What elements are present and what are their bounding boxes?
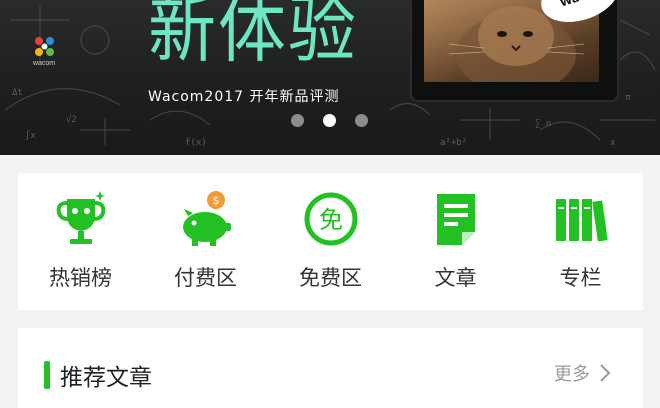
recommended-articles-section: 推荐文章 更多 bbox=[18, 328, 643, 408]
carousel-dot-active[interactable] bbox=[323, 114, 336, 127]
svg-text:x: x bbox=[610, 138, 616, 148]
section-accent-bar bbox=[44, 361, 50, 389]
piggy-bank-icon: $ bbox=[183, 191, 231, 246]
category-label: 热销榜 bbox=[49, 266, 112, 290]
category-free[interactable]: 免 免费区 bbox=[268, 173, 393, 310]
category-article[interactable]: 文章 bbox=[393, 173, 518, 310]
wacom-logo bbox=[35, 37, 54, 56]
category-label: 专栏 bbox=[559, 266, 602, 290]
svg-text:a²+b²: a²+b² bbox=[440, 138, 467, 148]
free-badge-icon: 免 bbox=[304, 192, 358, 246]
svg-text:$: $ bbox=[213, 194, 220, 207]
category-label: 免费区 bbox=[299, 266, 362, 290]
trophy-icon bbox=[56, 191, 106, 244]
banner-subtitle: Wacom2017 开年新品评测 bbox=[148, 89, 340, 105]
svg-text:π: π bbox=[625, 93, 631, 103]
more-link[interactable]: 更多 bbox=[554, 360, 590, 386]
svg-text:∫x: ∫x bbox=[25, 130, 36, 141]
banner-headline: 新体验 bbox=[148, 0, 358, 73]
bookshelf-icon bbox=[556, 199, 608, 242]
category-paid[interactable]: $ 付费区 bbox=[143, 173, 268, 310]
promo-banner[interactable]: Δt √2 ∫x f(x) ∑ n π a²+b² x wacom 新体验 Wa… bbox=[0, 0, 660, 155]
category-label: 文章 bbox=[434, 266, 477, 290]
article-icon bbox=[437, 194, 475, 245]
svg-text:√2: √2 bbox=[66, 114, 77, 125]
svg-text:免: 免 bbox=[319, 206, 343, 234]
svg-text:Δt: Δt bbox=[12, 88, 23, 98]
carousel-indicator[interactable] bbox=[291, 114, 371, 128]
logo-wordmark: wacom bbox=[32, 60, 56, 67]
svg-text:∑ n: ∑ n bbox=[535, 119, 551, 129]
carousel-dot[interactable] bbox=[291, 114, 304, 127]
category-column[interactable]: 专栏 bbox=[518, 173, 643, 310]
category-label: 付费区 bbox=[174, 266, 237, 290]
category-grid: 热销榜 $ 付费区 免 免费区 文章 专栏 bbox=[18, 173, 643, 310]
carousel-dot[interactable] bbox=[355, 114, 368, 127]
chevron-right-icon[interactable] bbox=[599, 363, 611, 383]
category-hot-sales[interactable]: 热销榜 bbox=[18, 173, 143, 310]
section-title: 推荐文章 bbox=[60, 365, 152, 391]
svg-text:f(x): f(x) bbox=[185, 138, 207, 148]
